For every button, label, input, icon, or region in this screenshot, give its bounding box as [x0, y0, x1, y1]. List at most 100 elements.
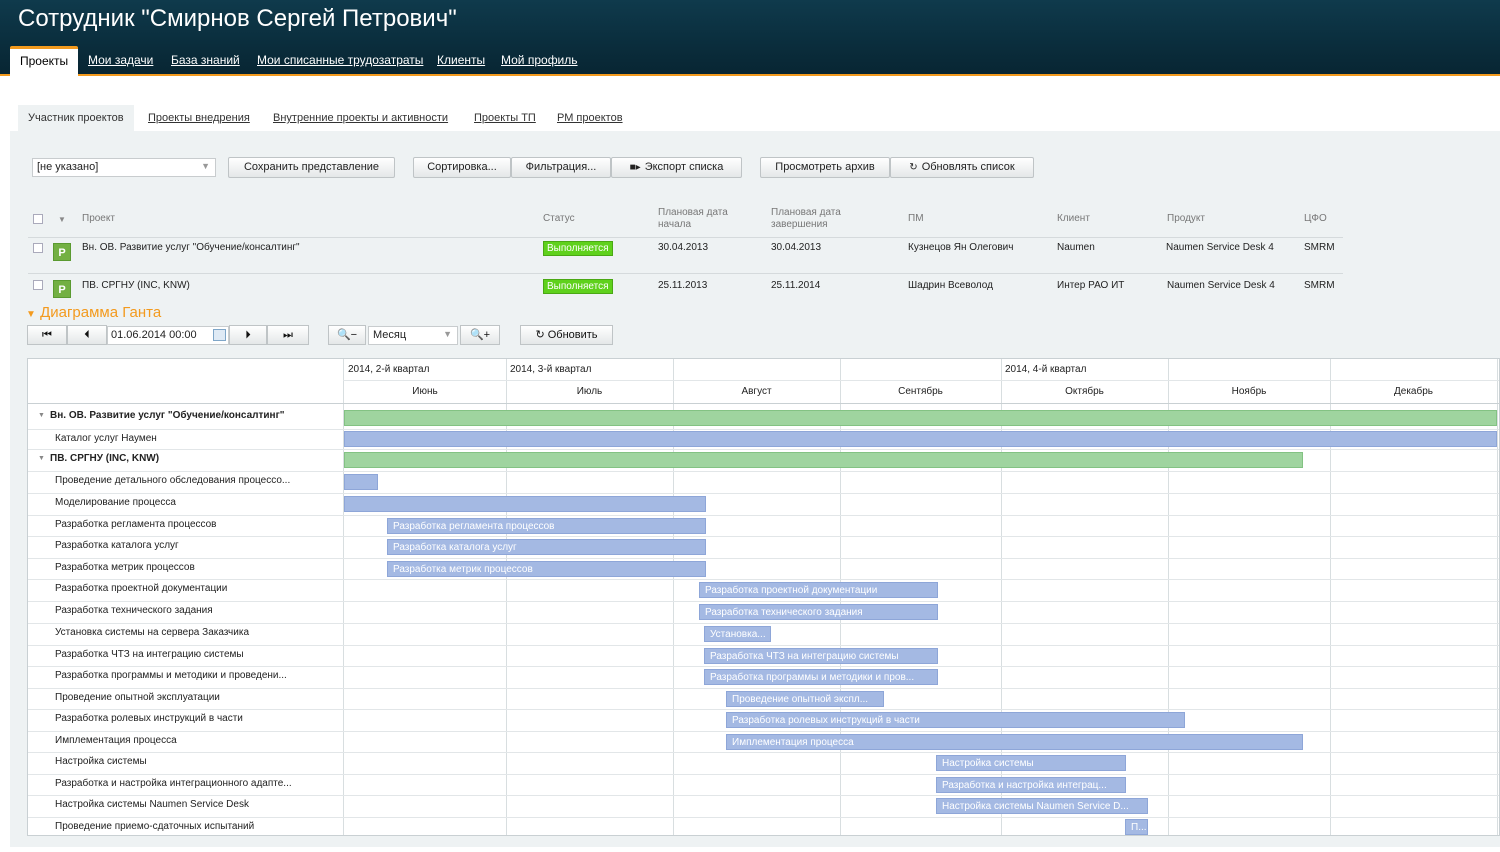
row-divider	[28, 601, 1499, 602]
zoom-out-button[interactable]: 🔍−	[328, 325, 366, 345]
gantt-task-bar[interactable]: Разработка каталога услуг	[387, 539, 706, 555]
gantt-group-label[interactable]: ПВ. СРГНУ (INC, KNW)	[50, 453, 315, 464]
table-divider	[28, 273, 1343, 274]
gantt-task-label[interactable]: Разработка проектной документации	[55, 583, 320, 594]
project-name[interactable]: ПВ. СРГНУ (INC, KNW)	[82, 280, 190, 291]
go-next-button[interactable]: ⏵	[229, 325, 267, 345]
row-divider	[28, 731, 1499, 732]
gantt-task-label[interactable]: Настройка системы	[55, 756, 320, 767]
col-cfo[interactable]: ЦФО	[1304, 213, 1327, 225]
gantt-task-bar[interactable]: Разработка проектной документации	[699, 582, 938, 598]
col-product[interactable]: Продукт	[1167, 213, 1205, 225]
subtab-tp-projects[interactable]: Проекты ТП	[474, 112, 536, 124]
collapse-arrow-icon: ▼	[26, 309, 36, 320]
gantt-refresh-button[interactable]: ↻ Обновить	[520, 325, 613, 345]
gantt-task-label[interactable]: Разработка программы и методики и провед…	[55, 670, 320, 681]
quarter-label: 2014, 3-й квартал	[510, 364, 592, 375]
gantt-task-bar[interactable]: Разработка программы и методики и пров..…	[704, 669, 938, 685]
col-client[interactable]: Клиент	[1057, 213, 1090, 225]
view-select[interactable]: [не указано] ▼	[32, 158, 216, 177]
gantt-group-bar[interactable]	[344, 452, 1303, 468]
row-checkbox[interactable]	[33, 243, 43, 253]
subtab-project-participant[interactable]: Участник проектов	[18, 105, 134, 131]
export-label: Экспорт списка	[644, 161, 724, 173]
gantt-task-label[interactable]: Проведение опытной эксплуатации	[55, 692, 320, 703]
sort-button[interactable]: Сортировка...	[413, 157, 511, 178]
gantt-task-bar[interactable]: Настройка системы Naumen Service D...	[936, 798, 1148, 814]
collapse-arrow-icon[interactable]: ▼	[38, 455, 45, 462]
gantt-task-label[interactable]: Разработка регламента процессов	[55, 519, 320, 530]
gantt-task-bar[interactable]: Разработка ЧТЗ на интеграцию системы	[704, 647, 938, 664]
gantt-task-bar[interactable]: Настройка системы	[936, 755, 1126, 771]
gantt-task-label[interactable]: Разработка метрик процессов	[55, 562, 320, 573]
export-list-button[interactable]: ■▸ Экспорт списка	[611, 157, 742, 178]
subtab-pm-projects[interactable]: РМ проектов	[557, 112, 623, 124]
gantt-task-bar[interactable]: Установка...	[704, 626, 771, 642]
refresh-list-button[interactable]: ↻ Обновлять список	[890, 157, 1034, 178]
plan-start: 25.11.2013	[658, 280, 708, 291]
month-divider	[1497, 359, 1498, 835]
gantt-task-label[interactable]: Настройка системы Naumen Service Desk	[55, 799, 320, 810]
month-label: Октябрь	[1065, 386, 1104, 397]
gantt-task-label[interactable]: Разработка ролевых инструкций в части	[55, 713, 320, 724]
cfo-value: SMRM	[1304, 242, 1335, 253]
gantt-task-label[interactable]: Разработка ЧТЗ на интеграцию системы	[55, 649, 320, 660]
tab-my-profile[interactable]: Мой профиль	[501, 53, 578, 67]
col-plan-end-line2: завершения	[771, 219, 828, 230]
gantt-task-bar[interactable]	[344, 431, 1497, 447]
go-prev-button[interactable]: ⏴	[67, 325, 107, 345]
gantt-date-input[interactable]: 01.06.2014 00:00	[107, 326, 229, 345]
save-view-button[interactable]: Сохранить представление	[228, 157, 395, 178]
gantt-task-label[interactable]: Установка системы на сервера Заказчика	[55, 627, 320, 638]
gantt-task-bar[interactable]: Проведение опытной экспл...	[726, 690, 884, 707]
col-plan-end[interactable]: Плановая дата завершения	[771, 207, 841, 231]
gantt-task-label[interactable]: Разработка и настройка интеграционного а…	[55, 778, 320, 789]
gantt-task-bar[interactable]: Разработка регламента процессов	[387, 517, 706, 534]
gantt-group-label[interactable]: Вн. ОВ. Развитие услуг "Обучение/консалт…	[50, 410, 315, 421]
gantt-group-bar[interactable]	[344, 409, 1497, 426]
scale-select[interactable]: Месяц ▼	[368, 326, 458, 345]
gantt-task-bar[interactable]	[344, 496, 706, 512]
plan-end: 25.11.2014	[771, 280, 821, 291]
gantt-task-bar[interactable]: Разработка и настройка интеграц...	[936, 776, 1126, 793]
tab-clients[interactable]: Клиенты	[437, 53, 485, 67]
gantt-task-bar[interactable]: П...	[1125, 819, 1148, 835]
row-checkbox[interactable]	[33, 280, 43, 290]
gantt-task-label[interactable]: Моделирование процесса	[55, 497, 320, 508]
tab-projects[interactable]: Проекты	[10, 46, 79, 76]
gantt-task-bar[interactable]: Имплементация процесса	[726, 733, 1303, 750]
status-badge: Выполняется	[543, 279, 613, 294]
zoom-in-button[interactable]: 🔍+	[460, 325, 500, 345]
col-pm[interactable]: ПМ	[908, 213, 924, 225]
col-plan-start[interactable]: Плановая дата начала	[658, 207, 728, 231]
gantt-task-label[interactable]: Разработка технического задания	[55, 605, 320, 616]
view-archive-button[interactable]: Просмотреть архив	[760, 157, 890, 178]
subtab-implementation-projects[interactable]: Проекты внедрения	[148, 112, 250, 124]
gantt-section-title[interactable]: ▼ Диаграмма Ганта	[26, 304, 161, 321]
tab-my-tasks[interactable]: Мои задачи	[88, 53, 153, 67]
col-project[interactable]: Проект	[82, 213, 115, 225]
gantt-task-label[interactable]: Имплементация процесса	[55, 735, 320, 746]
row-divider	[28, 449, 1499, 450]
col-status[interactable]: Статус	[543, 213, 575, 225]
gantt-task-bar[interactable]: Разработка технического задания	[699, 604, 938, 620]
go-first-button[interactable]: ⏮	[27, 325, 67, 345]
project-name[interactable]: Вн. ОВ. Развитие услуг "Обучение/консалт…	[82, 242, 300, 253]
tab-knowledge-base[interactable]: База знаний	[171, 53, 240, 67]
gantt-task-label[interactable]: Проведение детального обследования проце…	[55, 475, 320, 486]
tab-my-labor-costs[interactable]: Мои списанные трудозатраты	[257, 53, 423, 67]
select-all-checkbox[interactable]	[33, 214, 43, 224]
gantt-task-bar[interactable]	[344, 474, 378, 490]
filter-button[interactable]: Фильтрация...	[511, 157, 611, 178]
gantt-task-label[interactable]: Каталог услуг Наумен	[55, 433, 320, 444]
subtab-internal-projects[interactable]: Внутренние проекты и активности	[273, 112, 448, 124]
go-last-button[interactable]: ⏭	[267, 325, 309, 345]
collapse-arrow-icon[interactable]: ▼	[38, 412, 45, 419]
gantt-task-bar[interactable]: Разработка ролевых инструкций в части	[726, 712, 1185, 728]
gantt-task-bar[interactable]: Разработка метрик процессов	[387, 560, 706, 577]
gantt-task-label[interactable]: Проведение приемо-сдаточных испытаний	[55, 821, 320, 832]
calendar-icon[interactable]	[213, 329, 226, 341]
chevron-down-icon[interactable]: ▼	[58, 215, 66, 224]
row-divider	[28, 774, 1499, 775]
gantt-task-label[interactable]: Разработка каталога услуг	[55, 540, 320, 551]
